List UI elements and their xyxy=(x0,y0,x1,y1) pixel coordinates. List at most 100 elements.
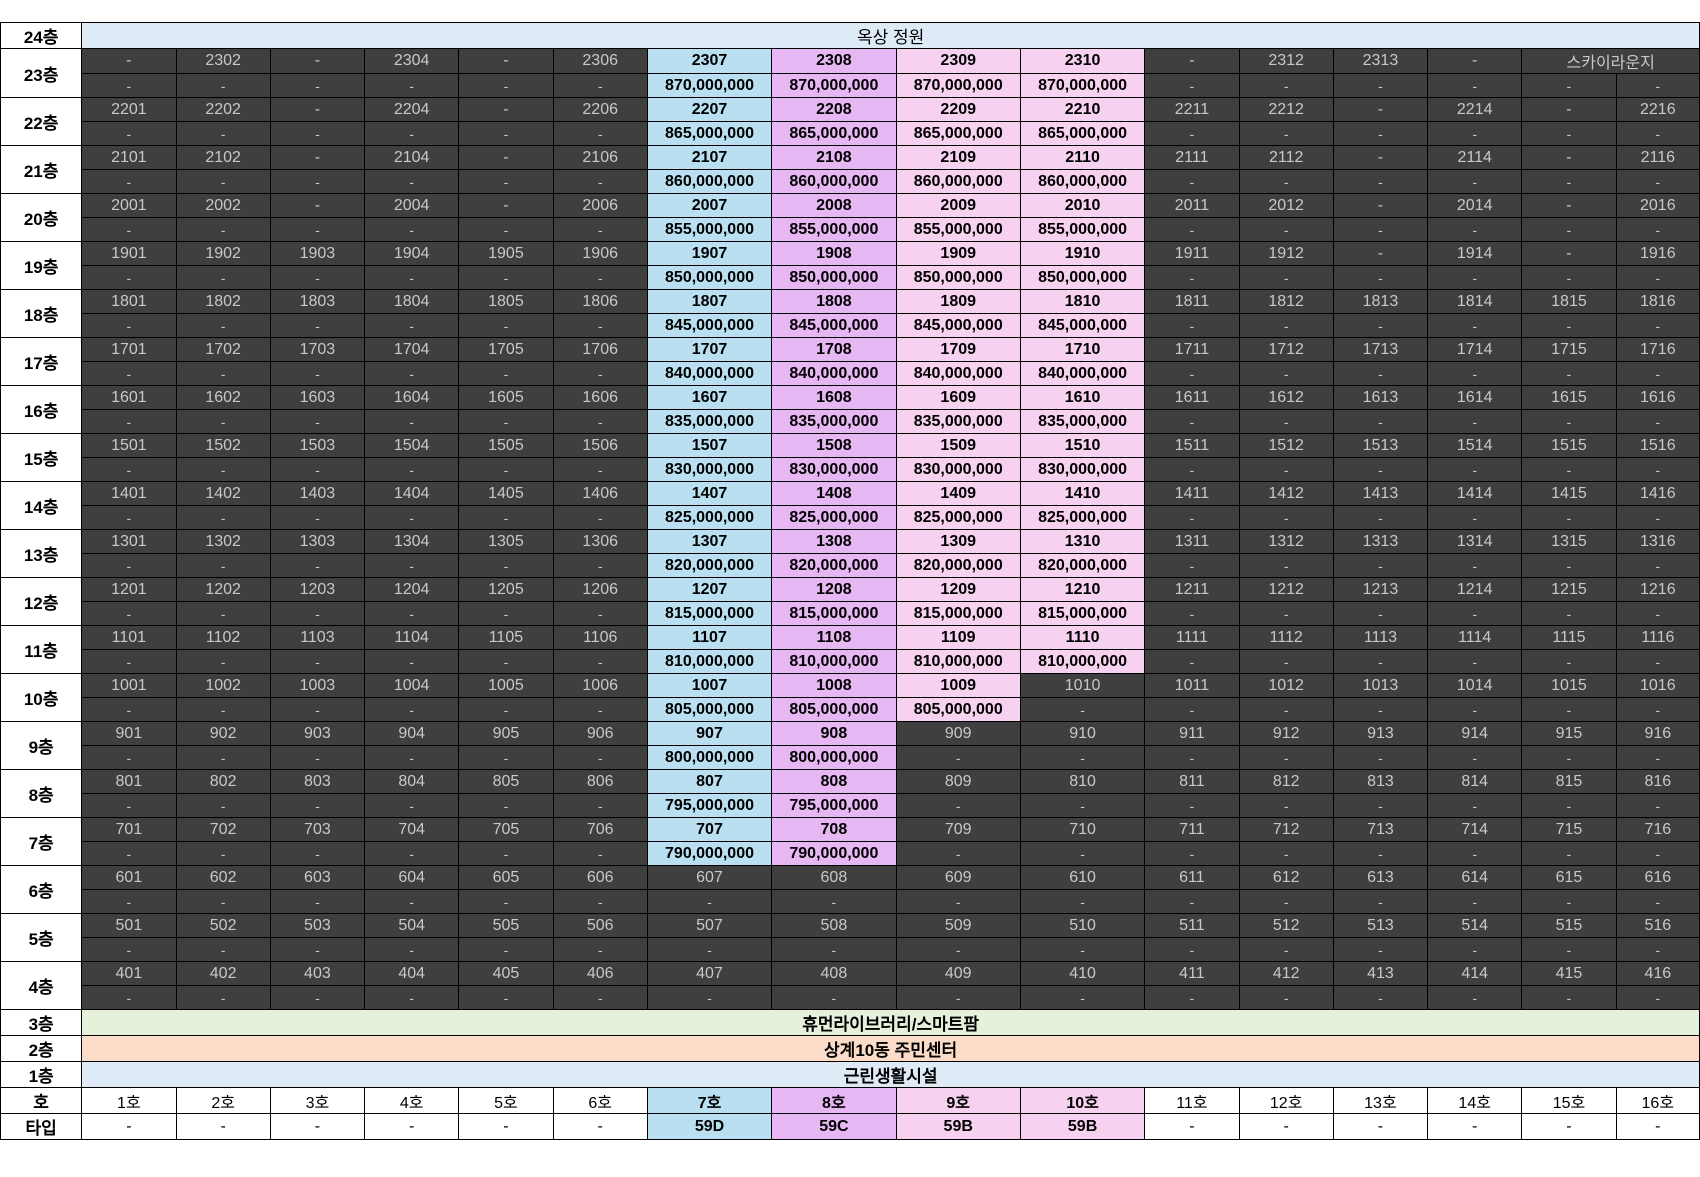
floor-price-row: - - - - - -865,000,000 865,000,000 865,000,000 8… xyxy=(1,121,1700,146)
unit-number-cell: 1205 xyxy=(458,577,554,602)
unit-price-cell: - xyxy=(1332,121,1429,146)
unit-number-cell: 712 xyxy=(1238,817,1334,842)
unit-price-cell: - xyxy=(81,793,177,818)
floor-unit-row: 14층 1401 1402 1403 1404 1405 1406 1407 1408 1409 1… xyxy=(0,481,1700,530)
unit-price-cell: - xyxy=(1615,121,1700,146)
unit-number-cell: 902 xyxy=(175,721,271,746)
unit-number-cell: 1709 xyxy=(895,337,1021,362)
unit-price-cell: - xyxy=(364,553,460,578)
unit-price-cell: 820,000,000 xyxy=(895,553,1021,578)
unit-price-cell: - xyxy=(1427,169,1523,194)
unit-number-cell: 906 xyxy=(552,721,648,746)
unit-price-cell: - xyxy=(81,937,177,962)
unit-number-cell: - xyxy=(269,97,366,122)
unit-number-cell: 2116 xyxy=(1615,145,1700,170)
unit-price-cell: - xyxy=(364,409,460,434)
unit-price-cell: - xyxy=(1332,601,1429,626)
unit-number-cell: 1401 xyxy=(81,481,177,506)
unit-price-cell: 840,000,000 xyxy=(771,361,897,386)
unit-number-cell: 705 xyxy=(458,817,554,842)
unit-number-cell: 1304 xyxy=(364,529,460,554)
unit-price-cell: - xyxy=(269,409,366,434)
unit-number-cell: 1714 xyxy=(1427,337,1523,362)
unit-number-cell: 904 xyxy=(364,721,460,746)
unit-number-cell: 402 xyxy=(175,961,271,986)
unit-price-cell: - xyxy=(1427,601,1523,626)
unit-number-cell: 1202 xyxy=(175,577,271,602)
unit-price-cell: - xyxy=(895,793,1021,818)
type-cell: 59C xyxy=(771,1113,897,1140)
unit-number-cell: 709 xyxy=(895,817,1021,842)
unit-price-cell: - xyxy=(646,937,773,962)
unit-price-cell: 830,000,000 xyxy=(895,457,1021,482)
unit-price-cell: - xyxy=(1332,361,1429,386)
floor-unit-row: 8층 801 802 803 804 805 806 807 808 809 810 811 812 81… xyxy=(0,769,1700,818)
unit-price-cell: - xyxy=(81,73,177,98)
unit-number-cell: 1607 xyxy=(646,385,773,410)
unit-number-cell: 1213 xyxy=(1332,577,1429,602)
unit-number-cell: - xyxy=(1521,193,1617,218)
unit-price-cell: - xyxy=(364,73,460,98)
facility-label: 상계10동 주민센터 xyxy=(81,1035,1700,1062)
floor-price-row: - - - - - -815,000,000 815,000,000 815,000,000 8… xyxy=(1,601,1700,626)
unit-number-cell: 1306 xyxy=(552,529,648,554)
unit-number-cell: 504 xyxy=(364,913,460,938)
unit-price-cell: - xyxy=(81,217,177,242)
unit-number-cell: 1808 xyxy=(771,289,897,314)
unit-number-cell: 1303 xyxy=(269,529,366,554)
unit-price-cell: - xyxy=(1615,217,1700,242)
unit-price-cell: - xyxy=(1427,697,1523,722)
unit-number-cell: 1701 xyxy=(81,337,177,362)
unit-number-cell: 915 xyxy=(1521,721,1617,746)
unit-price-cell: 810,000,000 xyxy=(771,649,897,674)
unit-price-cell: - xyxy=(1332,73,1429,98)
unit-number-cell: 2009 xyxy=(895,193,1021,218)
unit-number-cell: 1408 xyxy=(771,481,897,506)
unit-price-cell: - xyxy=(1615,697,1700,722)
unit-price-cell: 825,000,000 xyxy=(771,505,897,530)
unit-price-cell: - xyxy=(1332,841,1429,866)
unit-number-cell: 1614 xyxy=(1427,385,1523,410)
unit-no-cell: 11호 xyxy=(1144,1087,1240,1114)
unit-price-cell: - xyxy=(1615,313,1700,338)
floor-label: 10층 xyxy=(0,673,83,722)
unit-number-cell: 1103 xyxy=(269,625,366,650)
unit-price-cell: - xyxy=(458,601,554,626)
unit-price-cell: - xyxy=(1332,169,1429,194)
unit-price-cell: - xyxy=(175,265,271,290)
unit-number-cell: 1716 xyxy=(1615,337,1700,362)
unit-number-cell: 410 xyxy=(1019,961,1146,986)
facility-label: 근린생활시설 xyxy=(81,1061,1700,1088)
unit-price-cell: - xyxy=(175,73,271,98)
unit-price-cell: - xyxy=(1427,649,1523,674)
unit-price-cell: - xyxy=(1427,361,1523,386)
unit-price-cell: 855,000,000 xyxy=(771,217,897,242)
unit-number-cell: 2306 xyxy=(552,48,648,74)
unit-price-cell: - xyxy=(175,217,271,242)
floor-label: 23층 xyxy=(0,48,83,98)
unit-price-cell: - xyxy=(1144,601,1240,626)
unit-number-cell: 404 xyxy=(364,961,460,986)
unit-number-cell: 614 xyxy=(1427,865,1523,890)
unit-price-cell: - xyxy=(1332,793,1429,818)
floor-label: 15층 xyxy=(0,433,83,482)
unit-number-cell: 1616 xyxy=(1615,385,1700,410)
unit-number-cell: 510 xyxy=(1019,913,1146,938)
unit-price-cell: - xyxy=(1144,361,1240,386)
floor-unit-row: 23층 -2302-2304-2306 2307 2308 2309 2310-2312 2… xyxy=(0,48,1700,98)
unit-price-cell: - xyxy=(364,601,460,626)
unit-number-cell: 704 xyxy=(364,817,460,842)
unit-number-cell: 2304 xyxy=(364,48,460,74)
unit-number-cell: 1602 xyxy=(175,385,271,410)
unit-price-cell: - xyxy=(1427,73,1523,98)
unit-price-cell: - xyxy=(552,649,648,674)
unit-number-cell: - xyxy=(458,145,554,170)
unit-price-cell: - xyxy=(1615,457,1700,482)
unit-number-cell: 816 xyxy=(1615,769,1700,794)
unit-price-cell: - xyxy=(269,505,366,530)
unit-price-cell: 830,000,000 xyxy=(771,457,897,482)
unit-price-cell: - xyxy=(895,841,1021,866)
unit-number-cell: 1501 xyxy=(81,433,177,458)
unit-number-cell: - xyxy=(458,48,554,74)
unit-price-cell: - xyxy=(1521,121,1617,146)
